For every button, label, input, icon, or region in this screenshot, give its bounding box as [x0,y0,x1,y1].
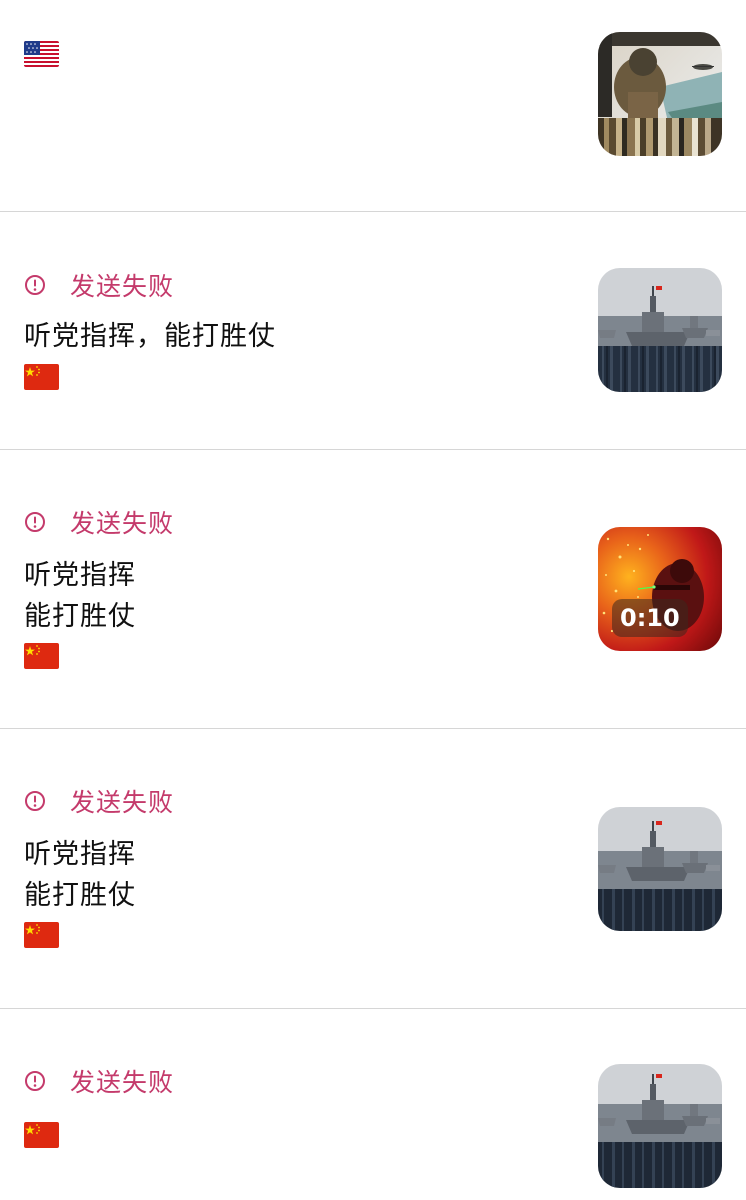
draft-item[interactable] [0,0,746,211]
message-text: 听党指挥 能打胜仗 [24,834,136,916]
warship-photo[interactable] [598,807,722,931]
cn-flag-icon [24,1122,59,1148]
warship-photo[interactable] [598,268,722,392]
status-label: 发送失败 [70,272,175,301]
alert-circle-icon [24,274,46,296]
warship-photo[interactable] [598,1064,722,1188]
alert-circle-icon [24,1070,46,1092]
cn-flag-icon [24,922,59,948]
status-label: 发送失败 [70,509,175,538]
message-line: 能打胜仗 [24,880,136,911]
draft-item[interactable]: 发送失败 [0,1009,746,1200]
draft-item[interactable]: 发送失败 听党指挥 能打胜仗 [0,729,746,1008]
soldier-helicopter-photo[interactable] [598,32,722,156]
send-failed-status[interactable]: 发送失败 [24,507,175,538]
draft-item[interactable]: 发送失败 听党指挥，能打胜仗 [0,212,746,449]
video-duration: 0:10 [612,599,688,637]
message-line: 听党指挥，能打胜仗 [24,321,276,352]
alert-circle-icon [24,511,46,533]
message-line: 听党指挥 [24,560,136,591]
status-label: 发送失败 [70,788,175,817]
send-failed-status[interactable]: 发送失败 [24,786,175,817]
draft-item[interactable]: 发送失败 听党指挥 能打胜仗 [0,450,746,728]
send-failed-status[interactable]: 发送失败 [24,1066,175,1097]
cn-flag-icon [24,643,59,669]
message-line: 能打胜仗 [24,601,136,632]
message-text: 听党指挥 能打胜仗 [24,555,136,637]
cn-flag-icon [24,364,59,390]
alert-circle-icon [24,790,46,812]
send-failed-status[interactable]: 发送失败 [24,270,175,301]
us-flag-icon [24,41,59,67]
message-text: 听党指挥，能打胜仗 [24,316,276,357]
soldier-sparks-video[interactable]: 0:10 [598,527,722,651]
status-label: 发送失败 [70,1068,175,1097]
message-line: 听党指挥 [24,839,136,870]
